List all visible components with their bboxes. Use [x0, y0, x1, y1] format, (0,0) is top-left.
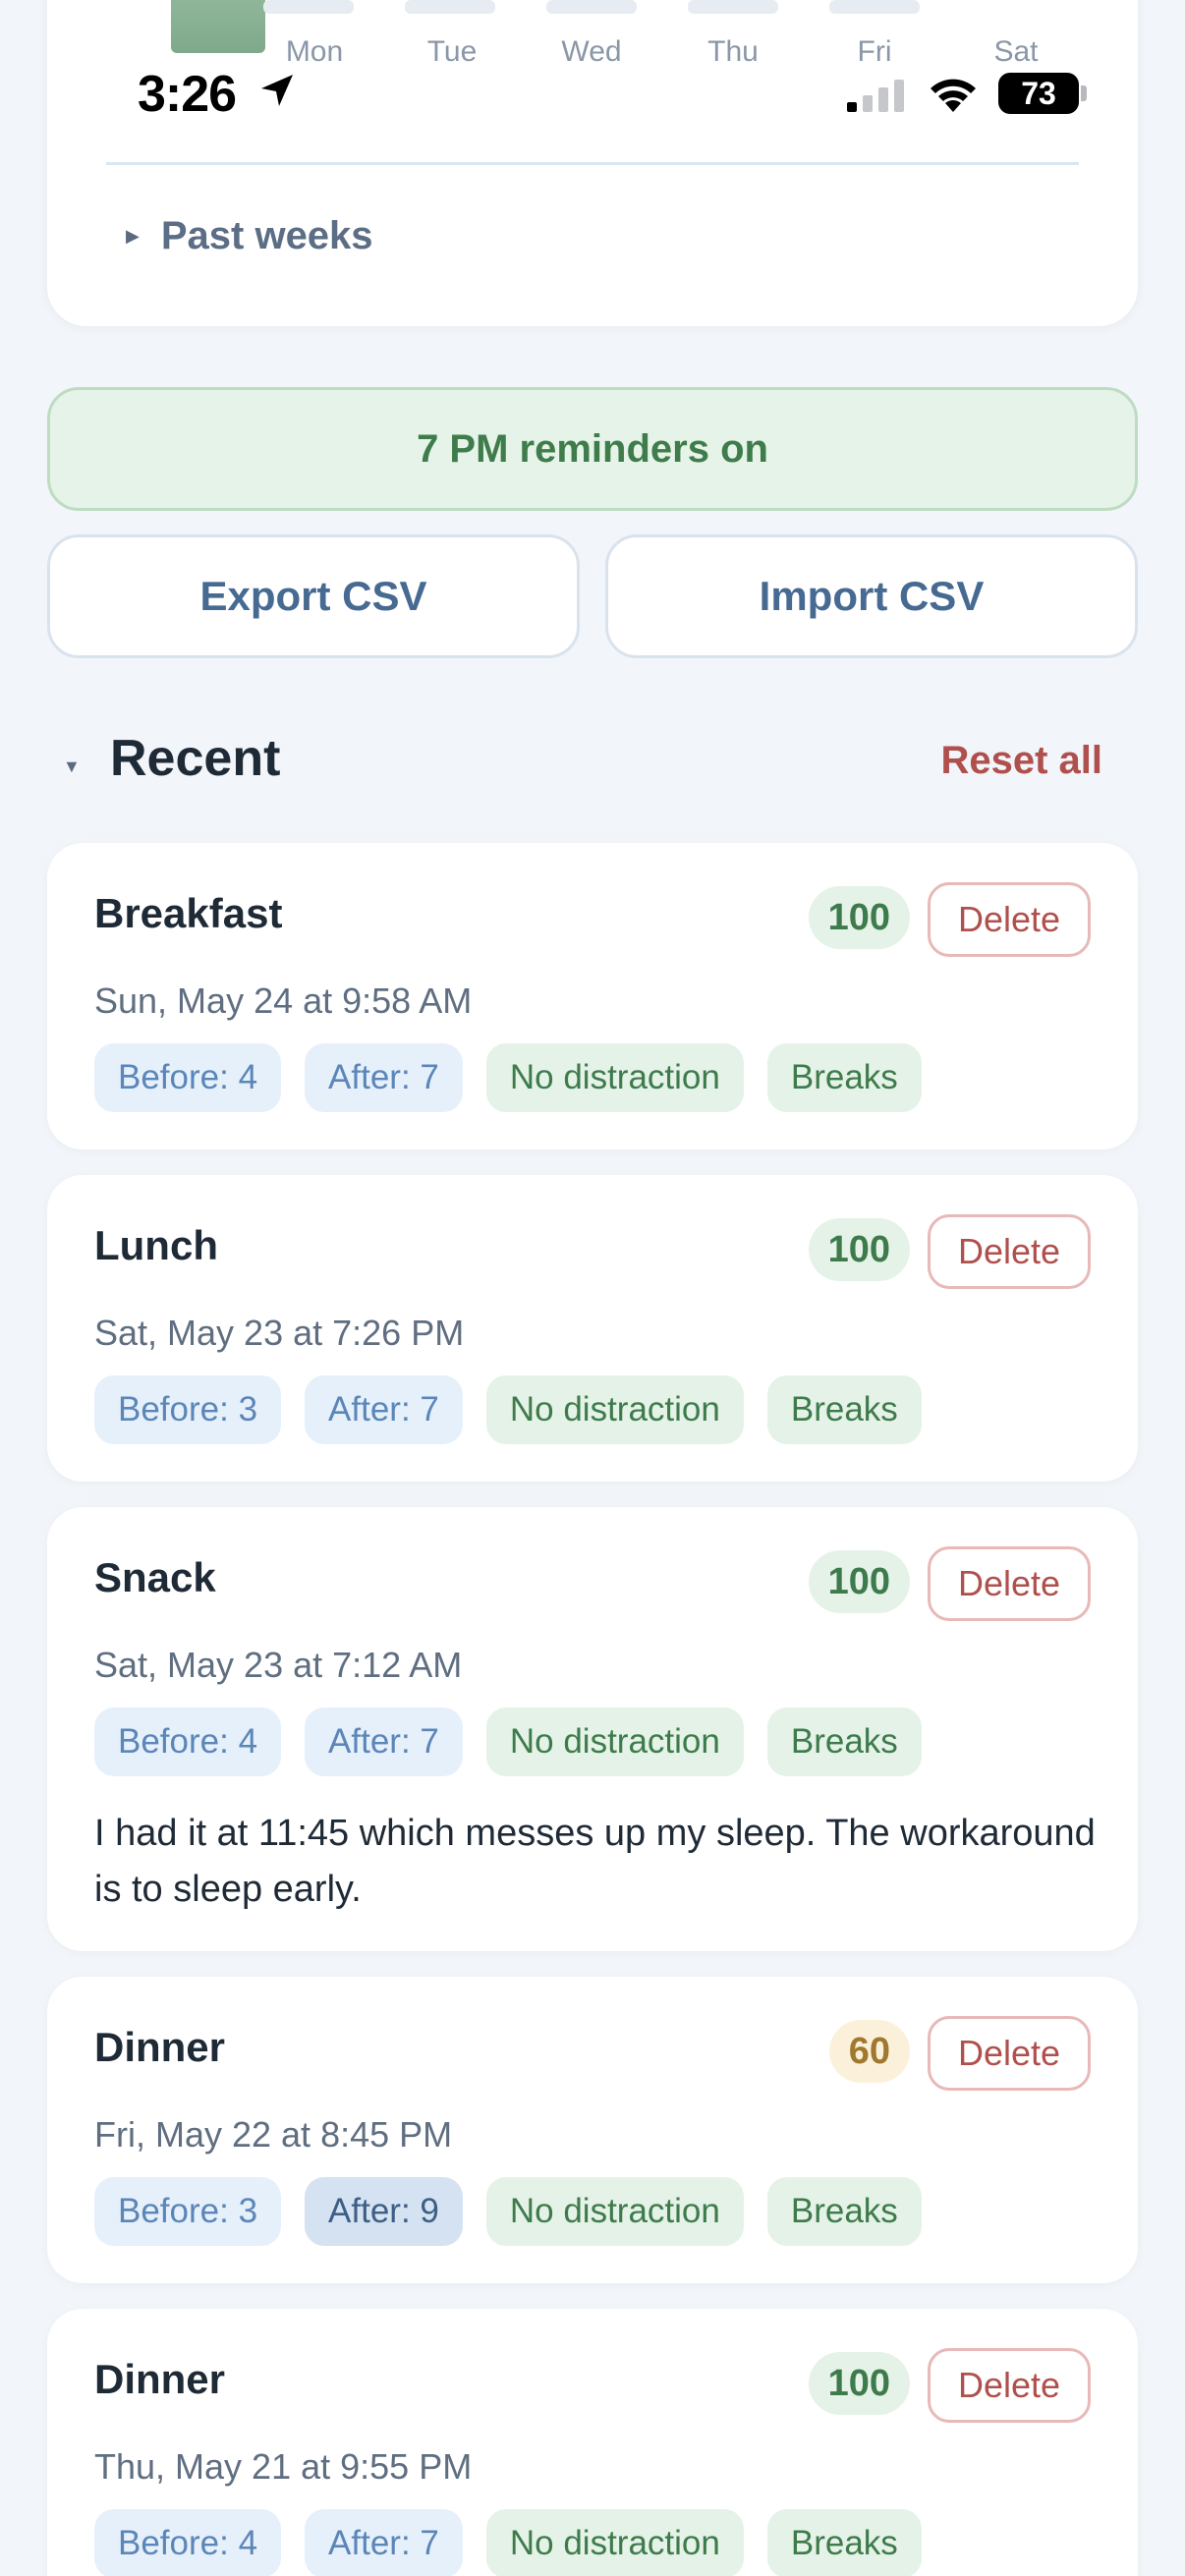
- wifi-icon: [931, 79, 976, 112]
- delete-button[interactable]: Delete: [928, 882, 1091, 957]
- after-chip: After: 7: [305, 1708, 463, 1776]
- meal-tags: Before: 3 After: 7 No distraction Breaks: [94, 1375, 922, 1444]
- chart-divider: [106, 162, 1079, 165]
- meal-note: I had it at 11:45 which messes up my sle…: [94, 1813, 1096, 1910]
- breaks-chip: Breaks: [766, 2177, 922, 2246]
- recent-collapse-icon[interactable]: ▼: [63, 756, 81, 777]
- before-chip: Before: 4: [94, 1708, 282, 1776]
- meal-score-badge: 100: [808, 2352, 910, 2415]
- cellular-signal-icon: [847, 80, 904, 112]
- meal-card: Dinner 60 Delete Fri, May 22 at 8:45 PM …: [47, 1977, 1138, 2283]
- meal-tags: Before: 4 After: 7 No distraction Breaks: [94, 1708, 922, 1776]
- meal-card: Lunch 100 Delete Sat, May 23 at 7:26 PM …: [47, 1175, 1138, 1482]
- after-chip: After: 7: [305, 1043, 463, 1112]
- meal-date: Thu, May 21 at 9:55 PM: [94, 2446, 473, 2487]
- meal-tags: Before: 4 After: 7 No distraction Breaks: [94, 2509, 922, 2576]
- meal-date: Sat, May 23 at 7:12 AM: [94, 1645, 463, 1685]
- reminders-toggle-button[interactable]: 7 PM reminders on: [47, 387, 1138, 511]
- no-distraction-chip: No distraction: [485, 2177, 744, 2246]
- meal-score-badge: 100: [808, 886, 910, 949]
- meal-name: Snack: [94, 1554, 216, 1600]
- before-chip: Before: 3: [94, 1375, 282, 1444]
- battery-cap: [1081, 85, 1087, 101]
- meal-score-badge: 100: [808, 1218, 910, 1281]
- meal-name: Lunch: [94, 1222, 218, 1268]
- before-chip: Before: 4: [94, 1043, 282, 1112]
- before-chip: Before: 4: [94, 2509, 282, 2576]
- after-chip: After: 7: [305, 1375, 463, 1444]
- meal-score-badge: 60: [828, 2020, 910, 2083]
- status-time: 3:26: [138, 66, 237, 123]
- status-bar: 3:26 73: [0, 0, 1185, 123]
- import-csv-button[interactable]: Import CSV: [605, 534, 1138, 658]
- meal-name: Dinner: [94, 2024, 226, 2070]
- after-chip: After: 7: [305, 2509, 463, 2576]
- meal-tags: Before: 3 After: 9 No distraction Breaks: [94, 2177, 922, 2246]
- reset-all-button[interactable]: Reset all: [940, 739, 1102, 783]
- location-arrow-icon: [261, 75, 293, 106]
- meal-card: Breakfast 100 Delete Sun, May 24 at 9:58…: [47, 843, 1138, 1149]
- disclosure-triangle-icon: ▶: [126, 226, 140, 246]
- after-chip: After: 9: [305, 2177, 463, 2246]
- no-distraction-chip: No distraction: [485, 1043, 744, 1112]
- meal-name: Dinner: [94, 2356, 226, 2402]
- meal-tags: Before: 4 After: 7 No distraction Breaks: [94, 1043, 922, 1112]
- delete-button[interactable]: Delete: [928, 1214, 1091, 1289]
- breaks-chip: Breaks: [766, 1708, 922, 1776]
- no-distraction-chip: No distraction: [485, 1375, 744, 1444]
- no-distraction-chip: No distraction: [485, 1708, 744, 1776]
- breaks-chip: Breaks: [766, 2509, 922, 2576]
- past-weeks-label: Past weeks: [160, 214, 373, 257]
- delete-button[interactable]: Delete: [928, 2348, 1091, 2423]
- battery-icon: 73: [998, 73, 1079, 114]
- delete-button[interactable]: Delete: [928, 2016, 1091, 2091]
- meal-date: Sat, May 23 at 7:26 PM: [94, 1313, 465, 1353]
- recent-section-title: Recent: [110, 730, 281, 787]
- meal-score-badge: 100: [808, 1550, 910, 1613]
- export-csv-button[interactable]: Export CSV: [47, 534, 580, 658]
- meal-name: Breakfast: [94, 890, 283, 936]
- breaks-chip: Breaks: [766, 1375, 922, 1444]
- meal-card: Snack 100 Delete Sat, May 23 at 7:12 AM …: [47, 1507, 1138, 1951]
- past-weeks-toggle[interactable]: ▶ Past weeks: [126, 214, 373, 258]
- before-chip: Before: 3: [94, 2177, 282, 2246]
- meal-date: Fri, May 22 at 8:45 PM: [94, 2114, 453, 2155]
- breaks-chip: Breaks: [766, 1043, 922, 1112]
- meal-card: Dinner 100 Delete Thu, May 21 at 9:55 PM…: [47, 2309, 1138, 2576]
- no-distraction-chip: No distraction: [485, 2509, 744, 2576]
- delete-button[interactable]: Delete: [928, 1546, 1091, 1621]
- meal-date: Sun, May 24 at 9:58 AM: [94, 980, 473, 1021]
